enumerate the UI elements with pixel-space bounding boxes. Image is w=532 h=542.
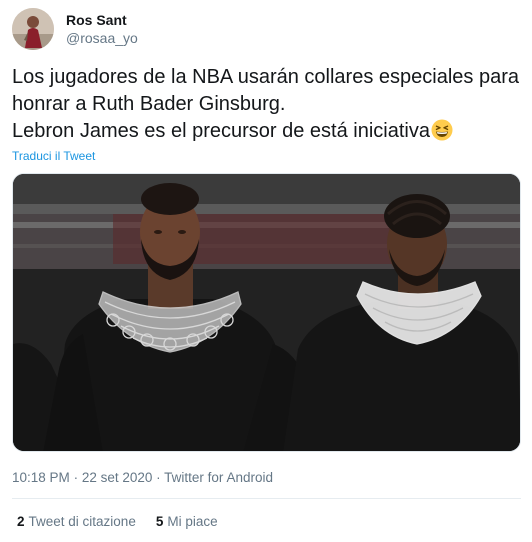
quote-label: Tweet di citazione [28, 514, 136, 529]
translate-tweet-link[interactable]: Traduci il Tweet [12, 149, 95, 163]
like-count: 5 [155, 514, 164, 529]
display-name[interactable]: Ros Sant [66, 11, 138, 29]
avatar[interactable] [12, 8, 54, 50]
tweet-source[interactable]: Twitter for Android [164, 470, 273, 485]
divider [12, 498, 521, 499]
tweet-photo[interactable] [12, 173, 521, 452]
tweet-header: Ros Sant @rosaa_yo [12, 7, 138, 51]
tweet-text: Los jugadores de la NBA usarán collares … [12, 64, 524, 145]
quote-tweets-stat[interactable]: 2 Tweet di citazione [17, 514, 136, 530]
meta-separator: · [156, 470, 161, 485]
likes-stat[interactable]: 5 Mi piace [156, 514, 218, 530]
tweet-stats: 2 Tweet di citazione 5 Mi piace [17, 514, 238, 530]
avatar-image [12, 8, 54, 50]
tweet-text-line-content: Lebron James es el precursor de está ini… [12, 120, 430, 142]
players-photo [13, 174, 520, 451]
user-handle[interactable]: @rosaa_yo [66, 29, 138, 47]
tweet-text-line: honrar a Ruth Bader Ginsburg. [12, 93, 286, 115]
tweet-card: Ros Sant @rosaa_yo Los jugadores de la N… [0, 0, 532, 542]
user-names: Ros Sant @rosaa_yo [66, 11, 138, 47]
like-label: Mi piace [167, 514, 218, 529]
grinning-squinting-face-icon [431, 119, 453, 141]
tweet-meta: 10:18 PM · 22 set 2020 · Twitter for And… [12, 470, 273, 486]
quote-count: 2 [17, 514, 25, 529]
tweet-time[interactable]: 10:18 PM [12, 470, 70, 485]
meta-separator: · [73, 470, 79, 485]
tweet-text-line: Lebron James es el precursor de está ini… [12, 118, 524, 145]
tweet-date[interactable]: 22 set 2020 [82, 470, 153, 485]
tweet-text-line: Los jugadores de la NBA usarán collares … [12, 66, 519, 88]
